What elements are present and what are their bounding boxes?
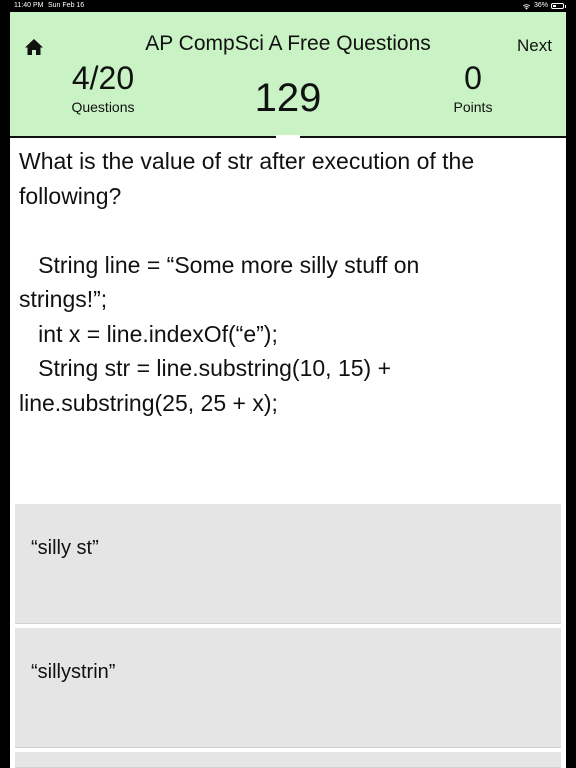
status-date: Sun Feb 16 bbox=[48, 2, 85, 9]
answer-option[interactable]: “silly st” bbox=[15, 504, 561, 624]
question-line: strings!”; bbox=[19, 286, 108, 312]
screen: 11:40 PM Sun Feb 16 36% AP CompSci A Fre… bbox=[0, 0, 576, 768]
answer-option-text: “silly st” bbox=[31, 537, 99, 559]
question-line: What is the value of str after execution… bbox=[19, 148, 475, 174]
points-value: 0 bbox=[464, 60, 482, 96]
next-button[interactable]: Next bbox=[517, 36, 552, 56]
status-right: 36% bbox=[522, 0, 566, 12]
question-line: String str = line.substring(10, 15) + bbox=[19, 355, 392, 381]
wifi-icon bbox=[522, 3, 531, 10]
question-line: int x = line.indexOf(“e”); bbox=[19, 320, 278, 347]
points-label: Points bbox=[453, 99, 493, 115]
questions-label: Questions bbox=[71, 99, 135, 115]
battery-percent: 36% bbox=[533, 2, 548, 9]
battery-icon bbox=[551, 3, 564, 9]
quiz-app: AP CompSci A Free Questions Next 4/20 Qu… bbox=[10, 12, 566, 768]
answer-option-text: “sillystrin” bbox=[31, 661, 116, 683]
battery-fill bbox=[553, 5, 557, 7]
question-line bbox=[19, 213, 559, 248]
status-bar: 11:40 PM Sun Feb 16 36% bbox=[0, 0, 576, 12]
status-time: 11:40 PM bbox=[14, 2, 44, 9]
battery-cap bbox=[565, 4, 566, 8]
question-line: String line = “Some more silly stuff on bbox=[19, 251, 420, 278]
answer-option[interactable]: “sillystrin” bbox=[15, 628, 561, 748]
questions-count: 4/20 bbox=[71, 60, 135, 96]
question-line: following? bbox=[19, 182, 122, 209]
app-title: AP CompSci A Free Questions bbox=[145, 32, 431, 55]
header-divider-notch bbox=[276, 135, 300, 138]
question-line: line.substring(25, 25 + x); bbox=[19, 389, 278, 416]
question-text: What is the value of str after execution… bbox=[19, 144, 559, 420]
header: AP CompSci A Free Questions Next 4/20 Qu… bbox=[10, 12, 566, 138]
answer-option[interactable] bbox=[15, 752, 561, 768]
timer: 129 bbox=[254, 76, 322, 120]
